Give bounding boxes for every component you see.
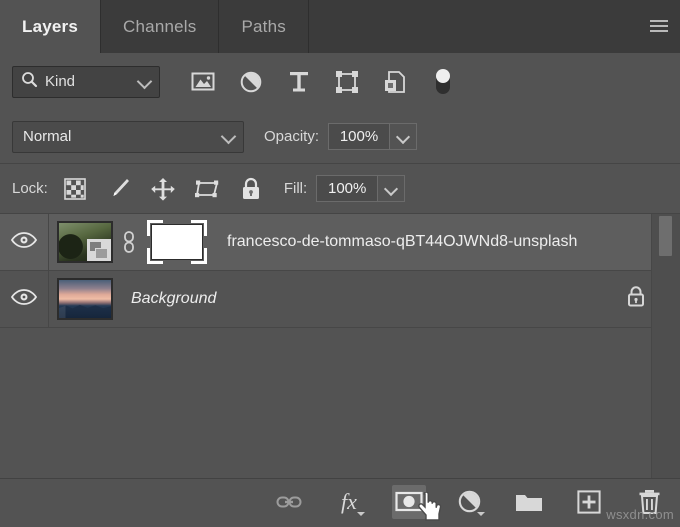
tab-paths-label: Paths	[241, 17, 285, 37]
layer-name[interactable]: Background	[131, 290, 626, 308]
add-layer-mask-button[interactable]	[392, 485, 426, 519]
mask-selection-bracket-icon	[147, 220, 163, 236]
filter-type-layers-icon[interactable]	[286, 69, 312, 95]
layer-thumbnail-image	[59, 280, 111, 318]
lock-transparent-pixels-icon[interactable]	[62, 176, 88, 202]
blend-mode-dropdown[interactable]: Normal	[12, 121, 244, 153]
filter-shape-layers-icon[interactable]	[334, 69, 360, 95]
lock-row: Lock:	[0, 164, 680, 214]
tab-bar-filler	[309, 0, 680, 53]
filter-kind-label: Kind	[45, 73, 75, 90]
scrollbar-thumb[interactable]	[659, 216, 672, 256]
lock-image-pixels-icon[interactable]	[106, 176, 132, 202]
mask-link-icon[interactable]	[116, 230, 142, 254]
lock-artboard-nesting-icon[interactable]	[194, 176, 220, 202]
layer-thumbnail[interactable]	[57, 278, 113, 320]
filter-pixel-layers-icon[interactable]	[190, 69, 216, 95]
filter-row: Kind	[0, 53, 680, 110]
filter-smart-objects-icon[interactable]	[382, 69, 408, 95]
new-group-button[interactable]	[512, 485, 546, 519]
lock-position-icon[interactable]	[150, 176, 176, 202]
layer-mask-thumbnail[interactable]	[145, 217, 209, 267]
smart-object-badge-icon	[87, 239, 111, 261]
mask-selection-bracket-icon	[191, 248, 207, 264]
chevron-down-icon	[137, 73, 153, 89]
tab-channels-label: Channels	[123, 17, 196, 37]
layer-list: francesco-de-tommaso-qBT44OJWNd8-unsplas…	[0, 214, 680, 478]
lock-icon	[626, 285, 646, 313]
panel-menu-icon[interactable]	[646, 14, 672, 38]
layers-bottom-toolbar: fx	[0, 478, 680, 524]
layer-list-scrollbar[interactable]	[651, 214, 680, 478]
chevron-down-icon	[477, 512, 485, 516]
fill-label: Fill:	[284, 180, 307, 197]
opacity-value: 100%	[340, 128, 378, 145]
fill-value: 100%	[328, 180, 366, 197]
filter-type-buttons	[190, 69, 456, 95]
table-row[interactable]: francesco-de-tommaso-qBT44OJWNd8-unsplas…	[0, 214, 680, 271]
tab-layers-label: Layers	[22, 17, 78, 37]
eye-icon	[11, 289, 37, 310]
layer-thumbnail[interactable]	[57, 221, 113, 263]
lock-buttons	[62, 176, 264, 202]
opacity-input[interactable]: 100%	[328, 123, 390, 150]
blend-mode-value: Normal	[23, 128, 71, 145]
filter-adjustment-layers-icon[interactable]	[238, 69, 264, 95]
opacity-label: Opacity:	[264, 128, 319, 145]
search-icon	[21, 71, 38, 93]
chevron-down-icon	[221, 128, 237, 144]
tab-layers[interactable]: Layers	[0, 0, 101, 53]
chevron-down-icon	[357, 512, 365, 516]
fill-input[interactable]: 100%	[316, 175, 378, 202]
layer-styles-button[interactable]: fx	[332, 485, 366, 519]
layers-panel: Layers Channels Paths Kind	[0, 0, 680, 524]
eye-icon	[11, 232, 37, 253]
layer-styles-label: fx	[341, 489, 357, 515]
watermark: wsxdn.com	[606, 507, 674, 522]
new-layer-button[interactable]	[572, 485, 606, 519]
mask-selection-bracket-icon	[191, 220, 207, 236]
table-row[interactable]: Background	[0, 271, 680, 328]
filter-kind-dropdown[interactable]: Kind	[12, 66, 160, 98]
panel-menu-line	[650, 20, 668, 22]
lock-all-icon[interactable]	[238, 176, 264, 202]
panel-menu-line	[650, 25, 668, 27]
chevron-down-icon	[384, 181, 398, 195]
panel-tab-bar: Layers Channels Paths	[0, 0, 680, 53]
blend-mode-row: Normal Opacity: 100%	[0, 110, 680, 164]
layer-visibility-toggle[interactable]	[0, 271, 49, 327]
panel-menu-line	[650, 30, 668, 32]
layer-locked-indicator	[626, 285, 646, 313]
lock-label: Lock:	[12, 180, 48, 197]
layer-name[interactable]: francesco-de-tommaso-qBT44OJWNd8-unsplas…	[227, 233, 680, 251]
link-layers-button[interactable]	[272, 485, 306, 519]
layer-visibility-toggle[interactable]	[0, 214, 49, 270]
mask-selection-bracket-icon	[147, 248, 163, 264]
chevron-down-icon	[396, 129, 410, 143]
opacity-stepper[interactable]	[390, 123, 417, 150]
filter-enable-toggle[interactable]	[430, 69, 456, 95]
new-adjustment-layer-button[interactable]	[452, 485, 486, 519]
fill-stepper[interactable]	[378, 175, 405, 202]
tab-paths[interactable]: Paths	[219, 0, 308, 53]
tab-channels[interactable]: Channels	[101, 0, 219, 53]
